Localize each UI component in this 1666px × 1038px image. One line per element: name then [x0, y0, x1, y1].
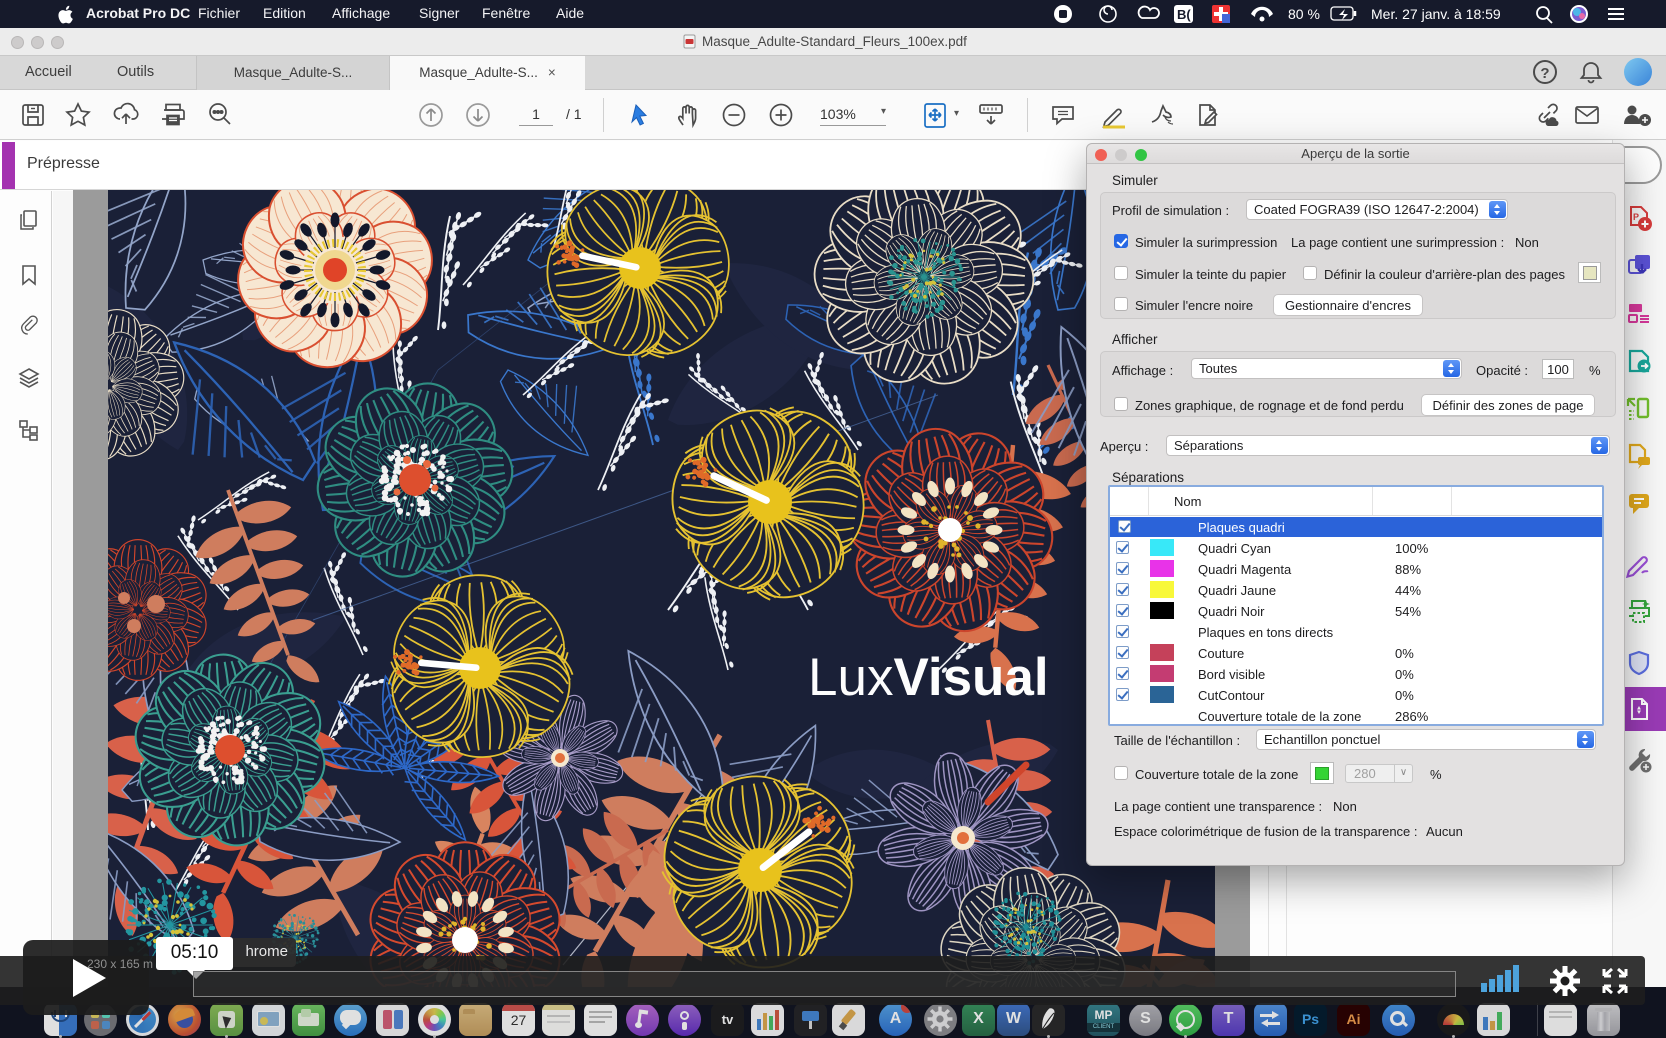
svg-text:80 %: 80 % [1288, 6, 1320, 22]
svg-text:Mer. 27 janv. à 18:59: Mer. 27 janv. à 18:59 [1371, 6, 1501, 22]
svg-text:P: P [1633, 212, 1639, 222]
svg-text:LuxVisual: LuxVisual [808, 648, 1049, 707]
svg-text:B(: B( [1177, 7, 1191, 22]
